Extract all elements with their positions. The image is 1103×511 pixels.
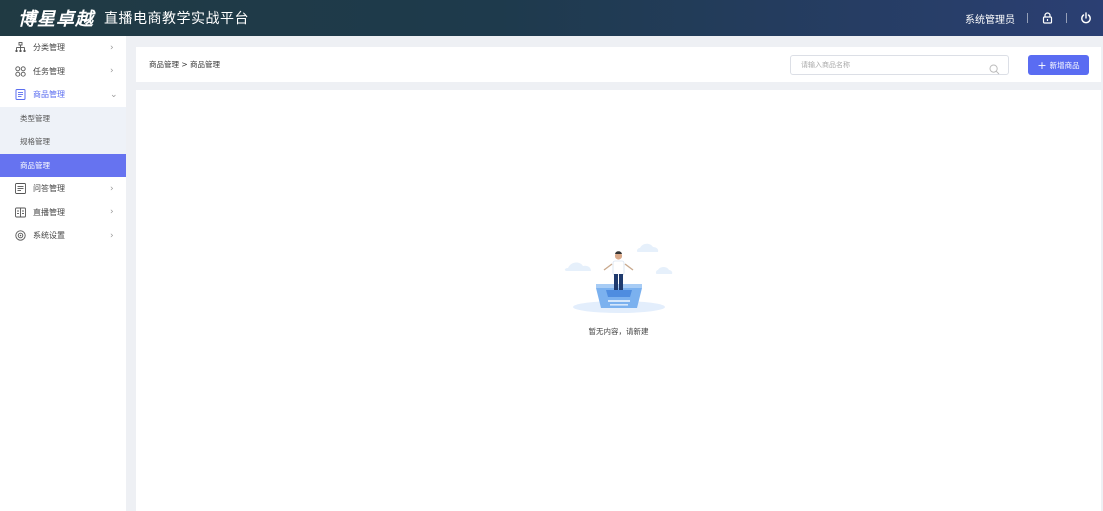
sidebar-item-qa[interactable]: 问答管理 › [0,177,126,201]
lock-icon[interactable] [1040,11,1054,25]
header-divider [1066,13,1067,23]
sidebar-item-category[interactable]: 分类管理 › [0,36,126,60]
plus-icon: + [1037,58,1047,72]
sidebar-item-label: 商品管理 [33,90,65,100]
chevron-right-icon: › [110,183,114,194]
chevron-right-icon: › [110,66,114,77]
brand-logo: 博星卓越 [18,9,94,30]
add-product-label: 新增商品 [1049,60,1080,70]
main-content: 暂无内容，请新建 [136,90,1101,511]
category-tree-icon [15,42,26,53]
qa-icon [15,183,26,195]
sidebar-item-label: 直播管理 [33,207,65,217]
sidebar-item-tasks[interactable]: 任务管理 › [0,60,126,84]
document-icon [15,89,26,101]
broadcast-icon [15,207,26,218]
sidebar-gutter [126,36,136,511]
chevron-right-icon: › [110,42,114,53]
search-icon[interactable] [989,60,1000,75]
user-name[interactable]: 系统管理员 [965,11,1015,26]
sidebar-subitem-types[interactable]: 类型管理 [0,107,126,131]
sidebar: 分类管理 › 任务管理 › 商品管理 ⌄ 类型管理 规格管理 商品管理 问答管理… [0,36,126,511]
sidebar-item-settings[interactable]: 系统设置 › [0,224,126,248]
sidebar-subitem-specs[interactable]: 规格管理 [0,130,126,154]
sidebar-item-label: 系统设置 [33,231,65,241]
chevron-down-icon: ⌄ [110,89,118,100]
platform-title: 直播电商教学实战平台 [104,11,249,27]
sidebar-item-label: 问答管理 [33,184,65,194]
chevron-right-icon: › [110,230,114,241]
top-header: 博星卓越 直播电商教学实战平台 系统管理员 [0,0,1103,36]
search-input[interactable] [801,61,981,69]
breadcrumb: 商品管理 > 商品管理 [149,60,221,69]
toolbar: 商品管理 > 商品管理 + 新增商品 [136,47,1101,82]
grid-icon [15,66,26,77]
sidebar-item-products[interactable]: 商品管理 ⌄ [0,83,126,107]
sidebar-item-label: 分类管理 [33,43,65,53]
products-submenu: 类型管理 规格管理 商品管理 [0,106,126,177]
search-box[interactable] [790,55,1009,75]
sidebar-item-label: 任务管理 [33,66,65,76]
add-product-button[interactable]: + 新增商品 [1028,55,1089,75]
empty-state-illustration [562,240,676,318]
chevron-right-icon: › [110,207,114,218]
power-icon[interactable] [1079,11,1093,25]
empty-state-text: 暂无内容，请新建 [588,327,649,336]
header-actions: 系统管理员 [965,0,1093,36]
settings-icon [15,230,26,241]
sidebar-item-live[interactable]: 直播管理 › [0,201,126,225]
sidebar-subitem-products[interactable]: 商品管理 [0,153,126,177]
header-divider [1027,13,1028,23]
